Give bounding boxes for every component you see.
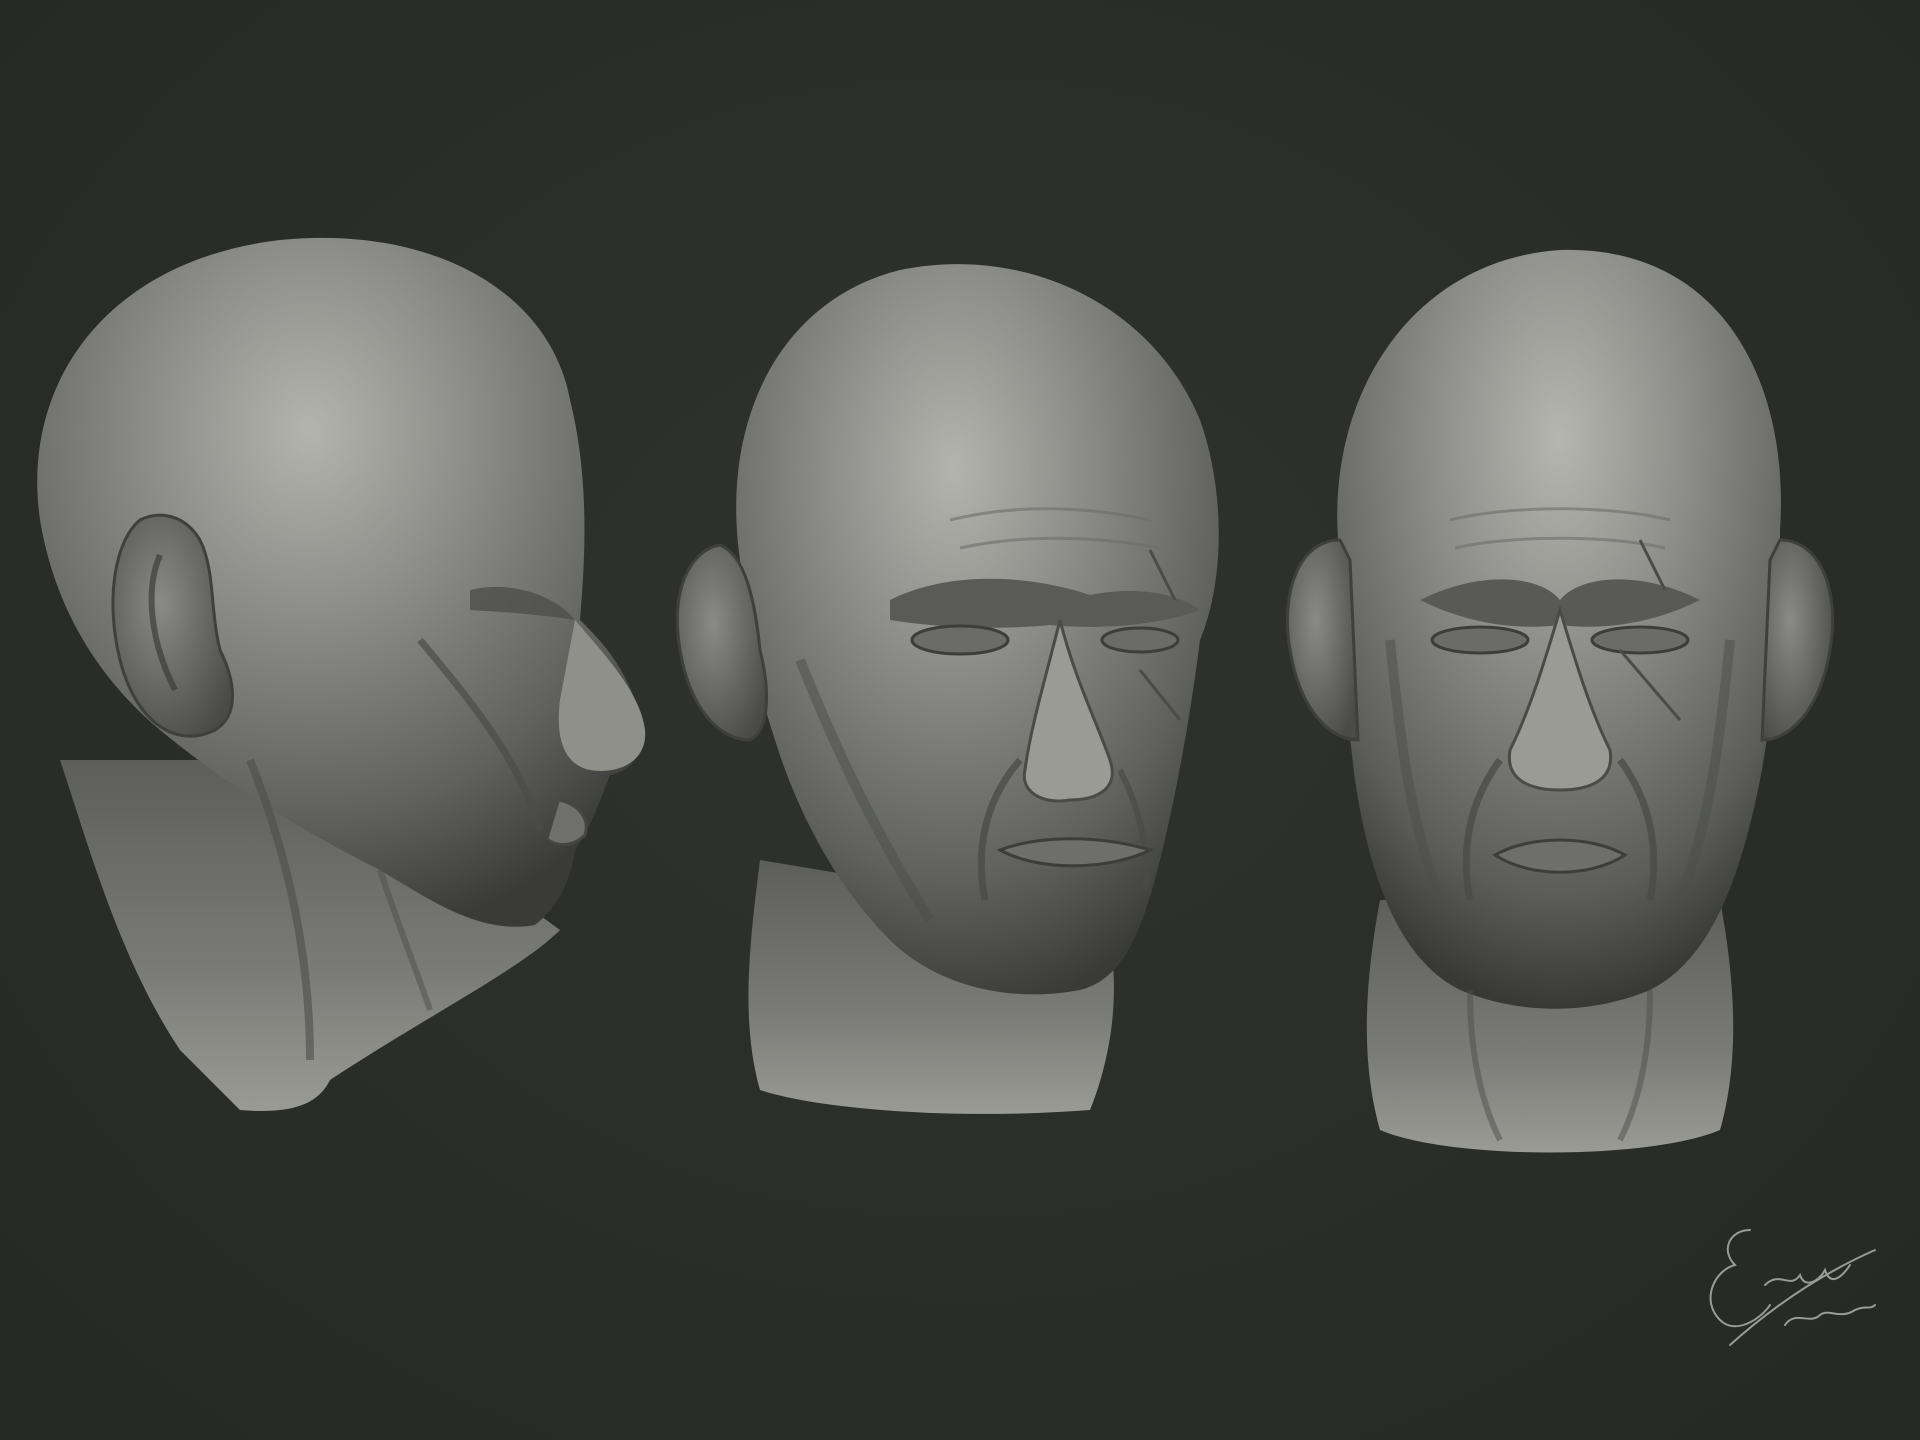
artist-signature [1709, 1229, 1876, 1346]
front-left-ear [1285, 538, 1360, 742]
sculpt-render-canvas [0, 0, 1920, 1440]
head-front-view [1285, 249, 1835, 1153]
head-three-quarter-view [675, 264, 1219, 1114]
three-quarter-left-eye [910, 624, 1010, 656]
sculpt-heads-render [37, 237, 1835, 1153]
three-quarter-right-eye [1100, 626, 1180, 654]
front-left-eye [1430, 625, 1530, 655]
front-right-eye [1590, 625, 1690, 655]
front-right-ear [1760, 538, 1835, 742]
head-profile-view [37, 237, 646, 1111]
profile-nose [558, 620, 646, 771]
